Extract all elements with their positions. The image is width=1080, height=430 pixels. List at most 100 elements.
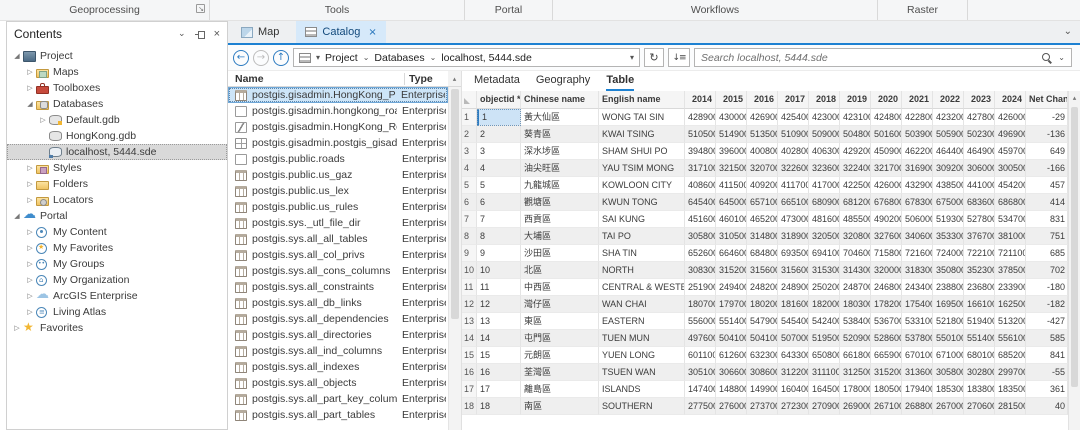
- grid-cell[interactable]: 684800: [747, 245, 778, 262]
- grid-cell[interactable]: 423100: [840, 109, 871, 126]
- grid-cell[interactable]: 426000: [995, 109, 1026, 126]
- grid-cell[interactable]: 670100: [902, 347, 933, 364]
- grid-cell[interactable]: 181600: [778, 296, 809, 313]
- grid-cell[interactable]: 314800: [747, 228, 778, 245]
- column-header[interactable]: 2015: [716, 91, 747, 109]
- column-header[interactable]: 2018: [809, 91, 840, 109]
- search-icon[interactable]: [1042, 53, 1052, 63]
- grid-row[interactable]: 33深水埗區SHAM SHUI PO3948003960004008004028…: [462, 143, 1068, 160]
- grid-cell[interactable]: 694100: [809, 245, 840, 262]
- grid-cell[interactable]: 15: [477, 347, 521, 364]
- file-list-item[interactable]: postgis.public.us_gaz Enterprise: [228, 167, 448, 183]
- grid-cell[interactable]: 中西區: [521, 279, 599, 296]
- view-tab[interactable]: Map: [232, 21, 296, 43]
- tree-expander-icon[interactable]: ▷: [24, 292, 36, 300]
- grid-cell[interactable]: 321500: [716, 160, 747, 177]
- column-header[interactable]: 2022: [933, 91, 964, 109]
- forward-button[interactable]: →: [253, 50, 269, 66]
- grid-cell[interactable]: 751: [1026, 228, 1068, 245]
- grid-cell[interactable]: 537800: [902, 330, 933, 347]
- column-header[interactable]: 2017: [778, 91, 809, 109]
- grid-cell[interactable]: 423000: [809, 109, 840, 126]
- scrollbar-thumb[interactable]: [451, 89, 459, 319]
- grid-cell[interactable]: 585: [1026, 330, 1068, 347]
- tree-expander-icon[interactable]: ◢: [11, 52, 23, 60]
- grid-cell[interactable]: 荃灣區: [521, 364, 599, 381]
- grid-cell[interactable]: 340600: [902, 228, 933, 245]
- grid-cell[interactable]: 683600: [964, 194, 995, 211]
- grid-cell[interactable]: TAI PO: [599, 228, 685, 245]
- grid-cell[interactable]: 6: [477, 194, 521, 211]
- tree-item[interactable]: ▷ Folders: [7, 176, 227, 192]
- grid-cell[interactable]: 183800: [964, 381, 995, 398]
- grid-cell[interactable]: 270900: [809, 398, 840, 415]
- type-column-header[interactable]: Type: [404, 73, 448, 85]
- grid-cell[interactable]: 556000: [685, 313, 716, 330]
- grid-cell[interactable]: 426000: [871, 177, 902, 194]
- tree-item[interactable]: ▷ Maps: [7, 64, 227, 80]
- grid-cell[interactable]: 721600: [902, 245, 933, 262]
- grid-cell[interactable]: 葵青區: [521, 126, 599, 143]
- grid-cell[interactable]: 281500: [995, 398, 1026, 415]
- collapse-ribbon-chevron-icon[interactable]: ⌄: [1064, 26, 1072, 37]
- grid-cell[interactable]: 310500: [716, 228, 747, 245]
- grid-cell[interactable]: 550100: [933, 330, 964, 347]
- grid-cell[interactable]: 519300: [933, 211, 964, 228]
- grid-cell[interactable]: TUEN MUN: [599, 330, 685, 347]
- back-button[interactable]: ←: [233, 50, 249, 66]
- grid-row[interactable]: 1616荃灣區TSUEN WAN305100306600308600312200…: [462, 364, 1068, 381]
- grid-cell[interactable]: 601100: [685, 347, 716, 364]
- grid-cell[interactable]: -55: [1026, 364, 1068, 381]
- grid-cell[interactable]: 169500: [933, 296, 964, 313]
- grid-cell[interactable]: 308300: [685, 262, 716, 279]
- grid-cell[interactable]: -136: [1026, 126, 1068, 143]
- grid-cell[interactable]: 715800: [871, 245, 902, 262]
- grid-cell[interactable]: CENTRAL & WESTERN: [599, 279, 685, 296]
- grid-cell[interactable]: -182: [1026, 296, 1068, 313]
- grid-cell[interactable]: 東區: [521, 313, 599, 330]
- grid-row[interactable]: 88大埔區TAI PO30580031050031480031890032050…: [462, 228, 1068, 245]
- grid-cell[interactable]: 10: [477, 262, 521, 279]
- row-number[interactable]: 9: [462, 245, 477, 262]
- grid-row[interactable]: 44油尖旺區YAU TSIM MONG317100321500320700322…: [462, 160, 1068, 177]
- grid-cell[interactable]: 504100: [747, 330, 778, 347]
- grid-cell[interactable]: 411700: [778, 177, 809, 194]
- grid-cell[interactable]: 534700: [995, 211, 1026, 228]
- grid-cell[interactable]: 521800: [933, 313, 964, 330]
- close-tab-icon[interactable]: ×: [368, 27, 376, 38]
- grid-cell[interactable]: 149900: [747, 381, 778, 398]
- grid-row[interactable]: 1010北區NORTH30830031520031560031560031530…: [462, 262, 1068, 279]
- file-list-item[interactable]: postgis.sys.all_ind_columns Enterprise: [228, 343, 448, 359]
- grid-cell[interactable]: 306600: [716, 364, 747, 381]
- grid-cell[interactable]: 316900: [902, 160, 933, 177]
- grid-cell[interactable]: 438500: [933, 177, 964, 194]
- grid-cell[interactable]: 538400: [840, 313, 871, 330]
- grid-cell[interactable]: 457: [1026, 177, 1068, 194]
- grid-cell[interactable]: 182000: [809, 296, 840, 313]
- file-list-item[interactable]: postgis.public.us_rules Enterprise: [228, 199, 448, 215]
- grid-cell[interactable]: 414: [1026, 194, 1068, 211]
- grid-cell[interactable]: 12: [477, 296, 521, 313]
- detail-tab[interactable]: Table: [606, 71, 634, 91]
- tree-expander-icon[interactable]: ▷: [24, 244, 36, 252]
- grid-cell[interactable]: 643300: [778, 347, 809, 364]
- grid-cell[interactable]: 179700: [716, 296, 747, 313]
- grid-cell[interactable]: 381000: [995, 228, 1026, 245]
- row-number[interactable]: 11: [462, 279, 477, 296]
- grid-cell[interactable]: 離島區: [521, 381, 599, 398]
- grid-cell[interactable]: 505900: [933, 126, 964, 143]
- chevron-down-icon[interactable]: ▾: [316, 53, 320, 62]
- breadcrumb[interactable]: ▾ Project ⌄ Databases ⌄ localhost, 5444.…: [293, 48, 640, 67]
- grid-cell[interactable]: 464900: [964, 143, 995, 160]
- grid-cell[interactable]: 441000: [964, 177, 995, 194]
- grid-row[interactable]: 55九龍城區KOWLOON CITY4086004115004092004117…: [462, 177, 1068, 194]
- grid-cell[interactable]: KWAI TSING: [599, 126, 685, 143]
- scrollbar-thumb[interactable]: [1071, 107, 1078, 387]
- column-header[interactable]: 2023: [964, 91, 995, 109]
- file-list-item[interactable]: postgis.sys._utl_file_dir Enterprise: [228, 215, 448, 231]
- grid-cell[interactable]: 油尖旺區: [521, 160, 599, 177]
- grid-cell[interactable]: 17: [477, 381, 521, 398]
- grid-cell[interactable]: 661800: [840, 347, 871, 364]
- grid-cell[interactable]: 612600: [716, 347, 747, 364]
- grid-cell[interactable]: 147400: [685, 381, 716, 398]
